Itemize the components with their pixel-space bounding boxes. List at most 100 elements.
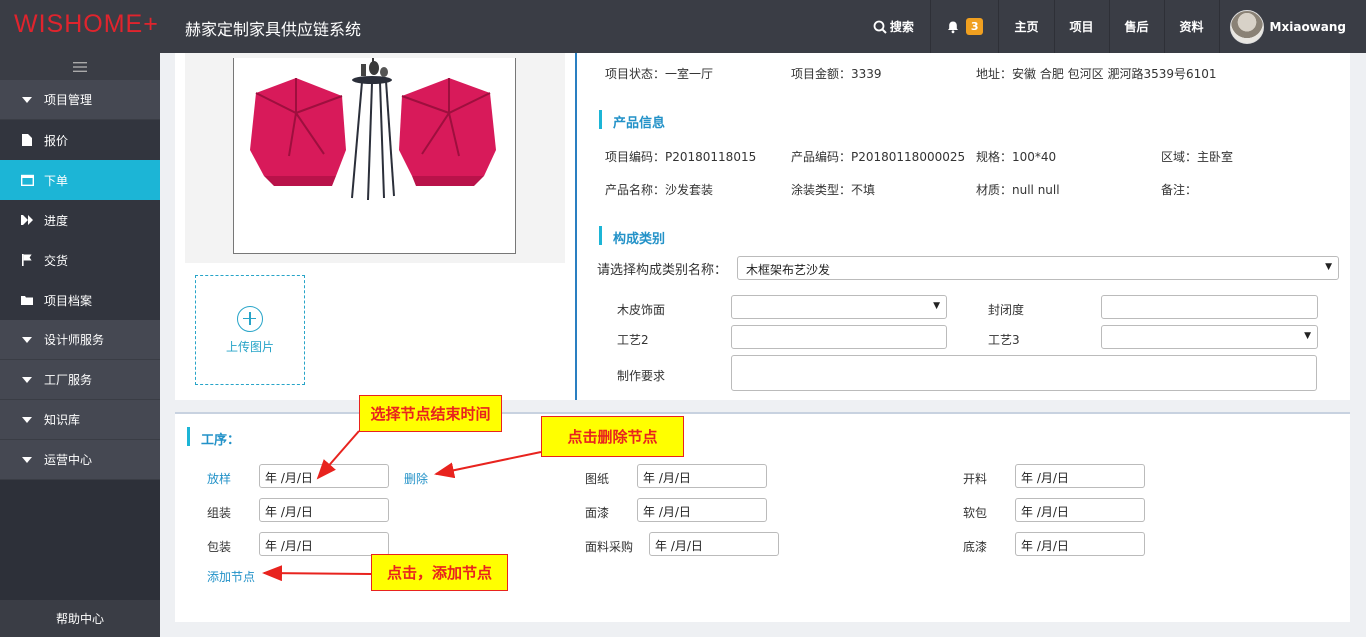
caret-down-icon [22,336,32,343]
sidebar-item-progress[interactable]: 进度 [0,200,160,240]
sidebar-item-label: 运营中心 [44,453,93,467]
avatar [1229,9,1264,44]
upload-label: 上传图片 [225,339,274,354]
caret-down-icon [22,96,32,103]
sidebar-item-label: 下单 [44,173,69,188]
remark: 备注： [1161,183,1198,197]
search-icon [873,20,887,34]
process-node-label: 软包 [963,506,988,520]
sidebar-item-label: 工厂服务 [44,373,93,387]
nav-after-sales[interactable]: 售后 [1108,0,1164,53]
bell-icon [947,21,958,33]
craft2-label: 工艺2 [617,333,649,347]
document-icon [22,134,32,146]
app-title: 赫家定制家具供应链系统 [185,20,362,39]
sidebar-item-delivery[interactable]: 交货 [0,240,160,280]
notification-badge: 3 [965,18,984,35]
craft2-input[interactable] [731,325,947,349]
nav-home[interactable]: 主页 [998,0,1053,53]
dropdown-arrow-icon: ▼ [1304,331,1311,341]
project-status: 项目状态：一室一厅 [605,67,714,81]
process-node-label: 面漆 [585,506,610,520]
sofa-set-image [250,58,496,201]
craft3-label: 工艺3 [988,333,1020,347]
dropdown-arrow-icon: ▼ [933,301,940,311]
nav-resources[interactable]: 资料 [1163,0,1219,53]
sidebar-item-quote[interactable]: 报价 [0,120,160,160]
search-button[interactable]: 搜索 [858,0,930,53]
composition-select-label: 请选择构成类别名称： [597,263,728,278]
caret-down-icon [22,376,32,383]
coating-type: 涂装类型：不填 [791,183,876,197]
node-end-date-input[interactable]: 年 /月/日 [637,498,767,522]
sidebar-item-label: 进度 [44,213,69,228]
nav-projects[interactable]: 项目 [1053,0,1109,53]
requirement-textarea[interactable] [731,355,1317,391]
notifications-button[interactable]: 3 [929,0,999,53]
product-info-panel: 项目状态：一室一厅 项目金额：3339 地址：安徽 合肥 包河区 淝河路3539… [575,53,1350,400]
node-end-date-input[interactable]: 年 /月/日 [649,532,779,556]
callout-click-delete: 点击删除节点 [541,416,684,457]
folder-icon [21,296,33,305]
sidebar-item-operations-center[interactable]: 运营中心 [0,440,160,480]
material: 材质：null null [976,183,1060,197]
sidebar-item-label: 项目管理 [44,93,93,107]
process-node-label: 图纸 [585,472,610,486]
sidebar-item-designer-service[interactable]: 设计师服务 [0,320,160,360]
search-label: 搜索 [889,20,914,34]
node-end-date-input[interactable]: 年 /月/日 [259,498,389,522]
product-code: 产品编码：P20180118000025 [791,150,966,164]
user-menu[interactable]: Mxiaowang [1218,0,1366,53]
sidebar-item-factory-service[interactable]: 工厂服务 [0,360,160,400]
caret-down-icon [22,456,32,463]
closure-label: 封闭度 [988,303,1025,317]
product-photo [233,58,516,254]
veneer-select[interactable]: ▼ [731,295,947,319]
callout-click-add: 点击，添加节点 [371,554,508,591]
menu-toggle[interactable] [0,53,160,80]
fast-forward-icon [20,215,33,225]
process-node-label: 组装 [207,506,232,520]
process-node-label[interactable]: 放样 [207,470,231,487]
product-area: 区域：主卧室 [1161,150,1234,164]
closure-input[interactable] [1101,295,1318,319]
caret-down-icon [22,416,32,423]
node-end-date-input[interactable]: 年 /月/日 [1015,464,1145,488]
top-nav: 搜索 3 主页 项目 售后 资料 Mxiaowang [858,0,1366,53]
sidebar-item-project-management[interactable]: 项目管理 [0,80,160,120]
node-end-date-input[interactable]: 年 /月/日 [1015,532,1145,556]
product-spec: 规格：100*40 [976,150,1057,164]
node-end-date-input[interactable]: 年 /月/日 [259,464,389,488]
top-bar: WISHOME+ 赫家定制家具供应链系统 搜索 3 主页 项目 售后 资料 Mx… [0,0,1366,53]
veneer-label: 木皮饰面 [617,303,666,317]
product-info-title: 产品信息 [599,110,665,131]
node-end-date-input[interactable]: 年 /月/日 [1015,498,1145,522]
sidebar-item-project-archive[interactable]: 项目档案 [0,280,160,320]
delete-node-button[interactable]: 删除 [404,470,428,487]
sidebar-item-label: 知识库 [44,413,81,427]
sidebar-item-label: 项目档案 [44,293,93,308]
sidebar-item-label: 报价 [44,133,69,148]
sidebar-item-knowledge-base[interactable]: 知识库 [0,400,160,440]
requirement-label: 制作要求 [617,369,666,383]
node-end-date-input[interactable]: 年 /月/日 [259,532,389,556]
process-panel: 工序： 放样 年 /月/日 删除 图纸 年 /月/日 开料 年 /月/日 组装 … [175,412,1350,622]
flag-icon [21,254,32,266]
product-name: 产品名称：沙发套装 [605,183,714,197]
product-image-panel: 上传图片 [175,53,575,400]
composition-category-select[interactable]: 木框架布艺沙发 ▼ [737,256,1339,280]
process-title: 工序： [187,427,240,448]
process-node-label: 开料 [963,472,988,486]
process-node-label: 底漆 [963,540,988,554]
sidebar-item-order[interactable]: 下单 [0,160,160,200]
help-center[interactable]: 帮助中心 [0,600,160,637]
composition-title: 构成类别 [599,226,665,247]
calendar-icon [20,174,34,186]
logo[interactable]: WISHOME+ [14,10,159,39]
add-node-button[interactable]: 添加节点 [207,568,255,585]
username: Mxiaowang [1269,19,1346,34]
dropdown-arrow-icon: ▼ [1325,262,1332,272]
upload-image-button[interactable]: 上传图片 [195,275,305,385]
craft3-select[interactable]: ▼ [1101,325,1318,349]
node-end-date-input[interactable]: 年 /月/日 [637,464,767,488]
